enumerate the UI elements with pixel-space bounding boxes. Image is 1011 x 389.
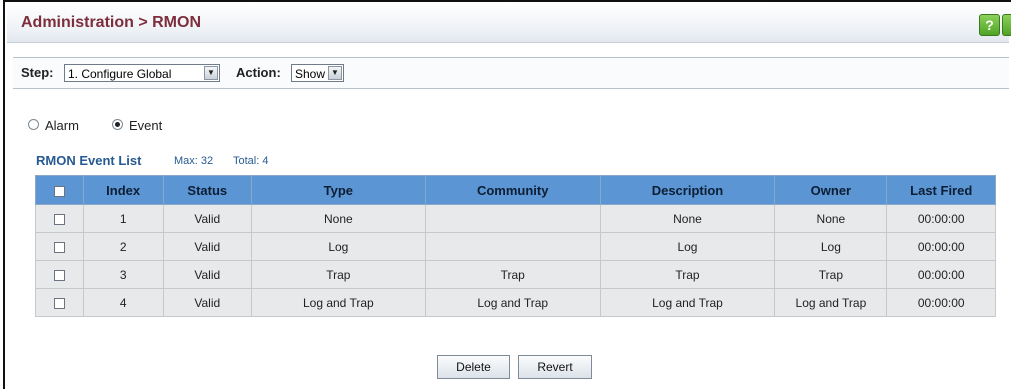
table-header-row: Index Status Type Community Description … bbox=[35, 175, 996, 205]
action-label: Action: bbox=[236, 65, 281, 80]
table-row: 1 Valid None None None 00:00:00 bbox=[35, 204, 996, 233]
chevron-down-icon: ▼ bbox=[204, 66, 218, 80]
radio-alarm-label: Alarm bbox=[45, 118, 79, 133]
table-cell: Trap bbox=[424, 260, 601, 289]
delete-button[interactable]: Delete bbox=[437, 355, 510, 379]
table-cell: Log and Trap bbox=[774, 288, 888, 317]
column-header: Description bbox=[599, 175, 776, 205]
column-header: Community bbox=[424, 175, 601, 205]
table-cell: Trap bbox=[250, 260, 426, 289]
table-cell: Trap bbox=[599, 260, 776, 289]
table-cell: 00:00:00 bbox=[886, 232, 996, 261]
step-bar: Step: 1. Configure Global ▼ Action: Show… bbox=[13, 57, 1009, 89]
table-cell: 1 bbox=[82, 204, 164, 233]
page-title: Administration > RMON bbox=[21, 14, 202, 31]
table-cell bbox=[424, 204, 601, 233]
radio-event[interactable] bbox=[112, 119, 123, 130]
table-cell: 00:00:00 bbox=[886, 260, 996, 289]
action-select[interactable]: Show ▼ bbox=[291, 64, 344, 82]
row-checkbox[interactable] bbox=[53, 213, 65, 225]
table-cell: Valid bbox=[162, 260, 252, 289]
table-cell: Log and Trap bbox=[424, 288, 601, 317]
extra-toolbar-icon[interactable] bbox=[1002, 14, 1011, 36]
column-header: Status bbox=[162, 175, 252, 205]
table-cell: 3 bbox=[82, 260, 164, 289]
table-cell: Log and Trap bbox=[250, 288, 426, 317]
column-header: Owner bbox=[774, 175, 888, 205]
table-cell: 4 bbox=[82, 288, 164, 317]
table-cell: Valid bbox=[162, 288, 252, 317]
row-select-cell bbox=[35, 232, 84, 261]
revert-button[interactable]: Revert bbox=[518, 355, 592, 379]
chevron-down-icon: ▼ bbox=[328, 66, 342, 80]
table-cell: Log bbox=[774, 232, 888, 261]
help-icon[interactable]: ? bbox=[979, 14, 1000, 36]
row-checkbox[interactable] bbox=[53, 269, 65, 281]
step-select[interactable]: 1. Configure Global ▼ bbox=[64, 64, 220, 82]
table-cell: Valid bbox=[162, 204, 252, 233]
table-cell: Log and Trap bbox=[599, 288, 776, 317]
row-select-cell bbox=[35, 288, 84, 317]
row-checkbox[interactable] bbox=[53, 297, 65, 309]
table-row: 3 Valid Trap Trap Trap Trap 00:00:00 bbox=[35, 260, 996, 289]
table-row: 4 Valid Log and Trap Log and Trap Log an… bbox=[35, 288, 996, 317]
step-select-value: 1. Configure Global bbox=[68, 67, 172, 81]
select-all-cell bbox=[35, 175, 84, 205]
step-label: Step: bbox=[21, 65, 54, 80]
table-cell: 00:00:00 bbox=[886, 288, 996, 317]
table-cell: 00:00:00 bbox=[886, 204, 996, 233]
main-panel: Administration > RMON ? Step: 1. Configu… bbox=[3, 0, 1011, 389]
table-cell bbox=[424, 232, 601, 261]
row-select-cell bbox=[35, 260, 84, 289]
radio-alarm[interactable] bbox=[28, 119, 39, 130]
event-table: Index Status Type Community Description … bbox=[35, 175, 996, 317]
list-total: Total: 4 bbox=[233, 155, 269, 167]
table-row: 2 Valid Log Log Log 00:00:00 bbox=[35, 232, 996, 261]
select-all-checkbox[interactable] bbox=[53, 185, 65, 197]
row-checkbox[interactable] bbox=[53, 241, 65, 253]
table-cell: Valid bbox=[162, 232, 252, 261]
title-bar: Administration > RMON ? bbox=[7, 4, 1011, 43]
table-cell: None bbox=[599, 204, 776, 233]
table-cell: 2 bbox=[82, 232, 164, 261]
column-header: Index bbox=[82, 175, 164, 205]
action-select-value: Show bbox=[295, 67, 326, 81]
radio-event-label: Event bbox=[129, 118, 163, 133]
table-cell: Log bbox=[599, 232, 776, 261]
row-select-cell bbox=[35, 204, 84, 233]
list-max: Max: 32 bbox=[174, 155, 214, 167]
table-cell: None bbox=[774, 204, 888, 233]
column-header: Type bbox=[250, 175, 426, 205]
table-cell: Log bbox=[250, 232, 426, 261]
list-title: RMON Event List bbox=[36, 153, 142, 168]
column-header: Last Fired bbox=[886, 175, 996, 205]
table-cell: None bbox=[250, 204, 426, 233]
table-cell: Trap bbox=[774, 260, 888, 289]
